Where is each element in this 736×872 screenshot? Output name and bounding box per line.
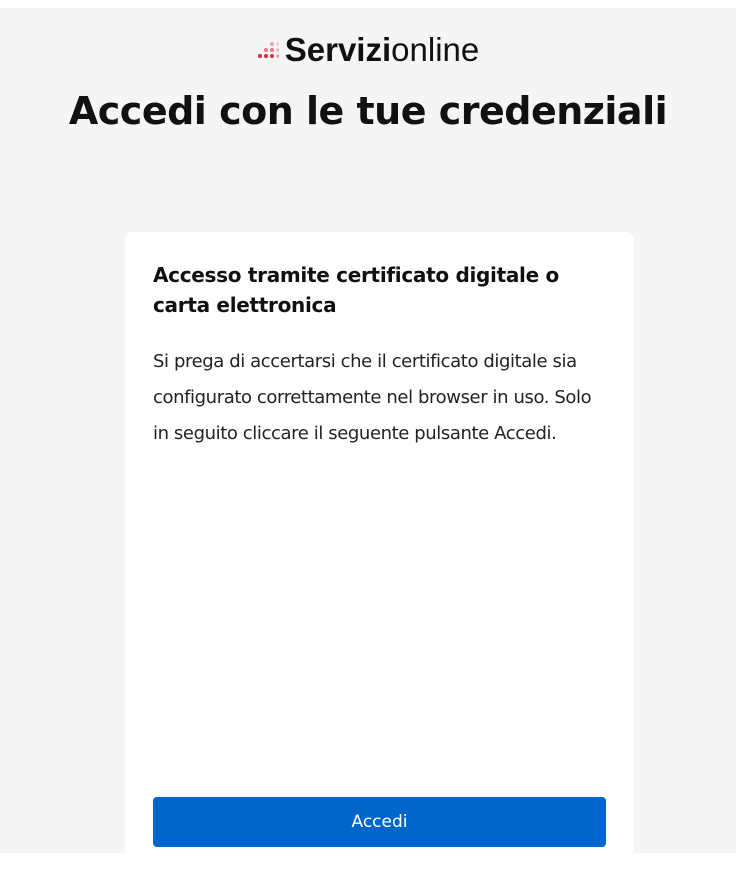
accedi-button[interactable]: Accedi xyxy=(153,797,606,847)
card-description: Si prega di accertarsi che il certificat… xyxy=(153,351,592,444)
page-background: Servizionline Accedi con le tue credenzi… xyxy=(0,8,736,872)
certificate-login-card: Accesso tramite certificato digitale o c… xyxy=(125,232,634,872)
servizi-online-logo: Servizionline xyxy=(0,30,736,70)
logo-text-bold: Servizi xyxy=(284,31,392,68)
logo-text-light: online xyxy=(391,31,480,68)
page-title: Accedi con le tue credenziali xyxy=(68,89,668,133)
card-title: Accesso tramite certificato digitale o c… xyxy=(153,263,559,317)
logo-dots-icon xyxy=(257,39,279,59)
